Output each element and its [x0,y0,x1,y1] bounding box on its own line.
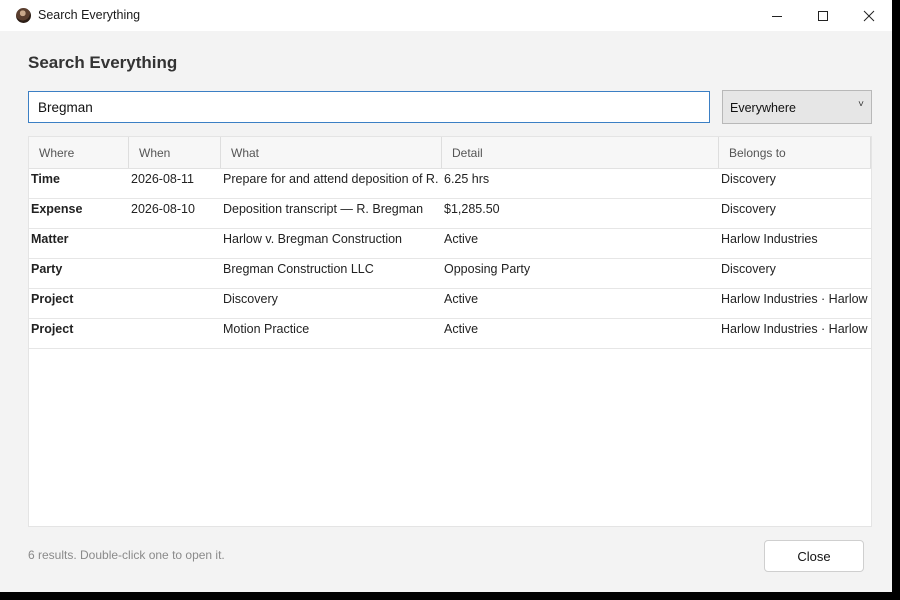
app-logo-icon [16,8,31,23]
chevron-down-icon: ˅ [858,99,864,110]
table-header: Where When What Detail Belongs to [29,137,871,169]
minimize-icon [772,15,782,17]
cell-belongs-to: Discovery [721,262,776,276]
cell-when [129,319,221,349]
table-row[interactable]: Project Discovery Active Harlow Industri… [29,289,871,319]
search-input[interactable] [28,91,710,123]
cell-where: Project [31,292,74,306]
title-bar: Search Everything [0,0,892,31]
table-row[interactable]: Expense 2026-08-10 Deposition transcript… [29,199,871,229]
dialog-content: Search Everything Everywhere ˅ Where Whe… [8,31,892,592]
table-row[interactable]: Party Bregman Construction LLC Opposing … [29,259,871,289]
cell-what: Bregman Construction LLC [223,262,374,276]
cell-detail: Active [444,292,479,306]
dialog-heading: Search Everything [28,53,178,72]
column-header-belongs-to[interactable]: Belongs to [719,137,871,168]
cell-detail: Active [444,322,479,336]
window-title: Search Everything [38,8,141,22]
cell-where: Party [31,262,63,276]
results-table[interactable]: Where When What Detail Belongs to Time 2… [28,136,872,527]
cell-when [129,229,221,259]
cell-when: 2026-08-11 [131,172,195,186]
cell-where: Time [31,172,60,186]
close-icon [863,10,875,21]
cell-where: Expense [31,202,83,216]
results-status: 6 results. Double-click one to open it. [28,548,225,562]
close-button[interactable]: Close [764,540,864,572]
table-row[interactable]: Project Motion Practice Active Harlow In… [29,319,871,349]
cell-belongs-to: Harlow Industries · Harlow [721,292,868,306]
column-header-what[interactable]: What [221,137,442,168]
table-row[interactable]: Time 2026-08-11 Prepare for and attend d… [29,169,871,199]
cell-belongs-to: Harlow Industries · Harlow [721,322,868,336]
cell-what: Deposition transcript — R. Bregman [223,202,424,216]
scope-dropdown[interactable]: Everywhere ˅ [722,90,872,124]
cell-where: Matter [31,232,69,246]
cell-what: Motion Practice [223,322,310,336]
cell-detail: Active [444,232,479,246]
column-header-when[interactable]: When [129,137,221,168]
cell-when [129,289,221,319]
cell-belongs-to: Harlow Industries [721,232,818,246]
maximize-button[interactable] [800,0,846,31]
column-header-detail[interactable]: Detail [442,137,719,168]
cell-detail: 6.25 hrs [444,172,490,186]
maximize-icon [818,10,828,21]
close-window-button[interactable] [846,0,892,31]
column-header-where[interactable]: Where [29,137,129,168]
cell-detail: Opposing Party [444,262,531,276]
cell-belongs-to: Discovery [721,172,776,186]
minimize-button[interactable] [754,0,800,31]
search-window: Search Everything Search Everything Ever… [0,0,892,592]
table-row[interactable]: Matter Harlow v. Bregman Construction Ac… [29,229,871,259]
cell-where: Project [31,322,74,336]
cell-detail: $1,285.50 [444,202,500,216]
scope-selected-value: Everywhere [730,101,796,115]
cell-when: 2026-08-10 [131,202,195,216]
cell-what: Discovery [223,292,278,306]
cell-when [129,259,221,289]
cell-what: Harlow v. Bregman Construction [223,232,403,246]
cell-belongs-to: Discovery [721,202,776,216]
cell-what: Prepare for and attend deposition of R. [223,172,439,186]
